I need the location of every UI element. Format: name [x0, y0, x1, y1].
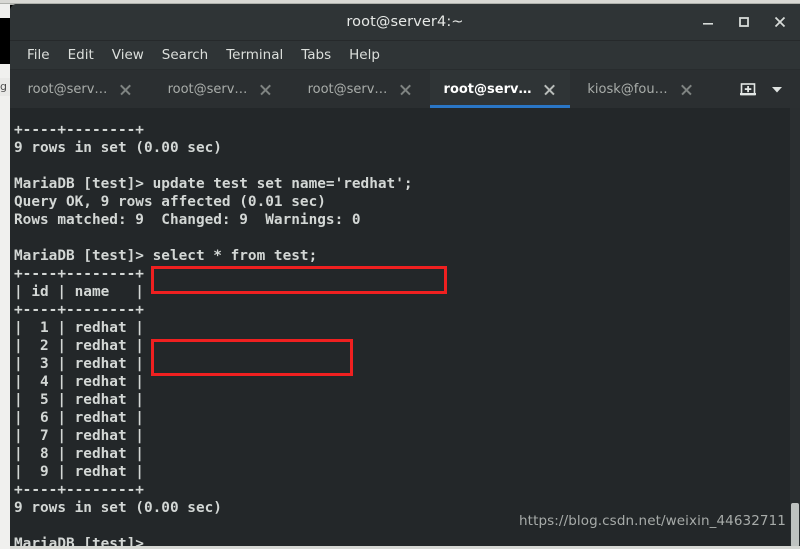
menu-bar: File Edit View Search Terminal Tabs Help [10, 41, 800, 70]
scrollbar-thumb[interactable] [791, 503, 799, 547]
tab-bar: root@serv… root@serv… root@serv… root@se… [10, 70, 800, 108]
terminal-window: root@server4:~ File Edit View Search Ter… [10, 4, 800, 549]
maximize-button[interactable] [734, 12, 754, 32]
screen: g root@server4:~ File Edit View Search T… [0, 0, 800, 549]
close-button[interactable] [770, 12, 790, 32]
menu-item-view[interactable]: View [103, 45, 153, 65]
menu-item-terminal[interactable]: Terminal [217, 45, 292, 65]
tab-bar-actions [734, 70, 800, 108]
tab-2[interactable]: root@serv… [290, 70, 430, 108]
scrollbar-track[interactable] [790, 108, 800, 549]
terminal-output: +----+--------+ 9 rows in set (0.00 sec)… [14, 122, 413, 549]
background-window-left-titlebar [0, 18, 10, 64]
menu-item-edit[interactable]: Edit [59, 45, 103, 65]
terminal-content-area[interactable]: +----+--------+ 9 rows in set (0.00 sec)… [10, 108, 800, 549]
tab-close-icon[interactable] [399, 83, 412, 96]
tab-close-icon[interactable] [680, 83, 693, 96]
menu-item-file[interactable]: File [18, 45, 59, 65]
menu-item-tabs[interactable]: Tabs [292, 45, 340, 65]
tab-close-icon[interactable] [259, 83, 272, 96]
tab-close-icon[interactable] [119, 83, 132, 96]
watermark-text: https://blog.csdn.net/weixin_44632711 [519, 513, 786, 529]
tab-label: root@serv… [307, 81, 388, 97]
tab-0[interactable]: root@serv… [10, 70, 150, 108]
tab-label: root@serv… [167, 81, 248, 97]
chevron-down-icon[interactable] [762, 75, 792, 103]
tab-close-icon[interactable] [543, 83, 556, 96]
tab-label: root@serv… [27, 81, 108, 97]
tab-3-active[interactable]: root@serv… [430, 70, 570, 108]
window-title: root@server4:~ [346, 14, 464, 30]
tab-1[interactable]: root@serv… [150, 70, 290, 108]
menu-item-help[interactable]: Help [340, 45, 389, 65]
background-window-tab-fragment: g [0, 78, 10, 96]
tab-label: kiosk@fou… [587, 81, 668, 97]
tab-4[interactable]: kiosk@fou… [570, 70, 710, 108]
menu-item-search[interactable]: Search [153, 45, 217, 65]
minimize-button[interactable] [698, 12, 718, 32]
title-bar: root@server4:~ [10, 4, 800, 41]
tab-label: root@serv… [443, 81, 532, 97]
new-tab-icon[interactable] [734, 75, 762, 103]
